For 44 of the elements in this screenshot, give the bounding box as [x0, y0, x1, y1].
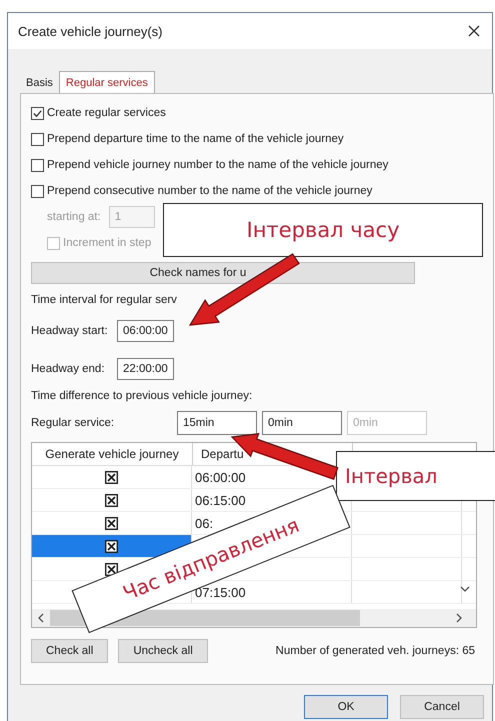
- callout: Інтервал: [336, 451, 495, 501]
- scroll-right-icon[interactable]: [456, 613, 462, 623]
- checkbox-label: Prepend consecutive number to the name of the vehicle journey: [47, 185, 372, 197]
- horizontal-scrollbar[interactable]: [32, 609, 476, 627]
- field-label: Headway start:: [31, 325, 109, 337]
- checkbox[interactable]: [31, 184, 44, 198]
- checkbox[interactable]: [31, 132, 44, 146]
- input-field[interactable]: 22:00:00: [117, 358, 174, 380]
- input-field[interactable]: 0min: [262, 411, 342, 435]
- scroll-down-icon[interactable]: [460, 586, 470, 592]
- input-field[interactable]: 15min: [177, 411, 257, 435]
- section-label: Time difference to previous vehicle journey:: [31, 390, 254, 404]
- table-cell: 07:15:00: [195, 584, 246, 600]
- checkbox[interactable]: [31, 158, 44, 172]
- table-cell: 06:15:00: [195, 492, 246, 508]
- field-label: Headway end:: [31, 363, 106, 375]
- checkbox-label: Increment in step: [63, 237, 152, 249]
- checkbox-label: Create regular services: [47, 107, 166, 119]
- checkbox[interactable]: [105, 540, 118, 552]
- column-header[interactable]: Departu: [201, 447, 244, 461]
- cancel-button[interactable]: Cancel: [400, 695, 484, 719]
- callout: Інтервал часу: [163, 203, 483, 257]
- checkbox[interactable]: [31, 106, 44, 120]
- field-label: Regular service:: [31, 417, 116, 429]
- uncheck-all-button[interactable]: Uncheck all: [118, 639, 208, 663]
- checkbox[interactable]: [105, 470, 118, 484]
- checkbox[interactable]: [105, 516, 118, 530]
- ok-button[interactable]: OK: [304, 695, 388, 719]
- column-header[interactable]: Generate vehicle journey: [45, 447, 179, 461]
- checkbox-label: Prepend vehicle journey number to the name of the vehicle journey: [47, 159, 388, 171]
- check-names-button[interactable]: Check names for u: [31, 262, 415, 284]
- field-label: starting at:: [47, 211, 101, 223]
- section-label: Time interval for regular serv: [31, 294, 178, 308]
- window-title: Create vehicle journey(s): [18, 24, 163, 38]
- input-field[interactable]: 06:00:00: [117, 320, 174, 342]
- journey-count: Number of generated veh. journeys: 65: [276, 645, 475, 657]
- tab[interactable]: Regular services: [58, 71, 155, 93]
- scroll-left-icon[interactable]: [38, 613, 44, 623]
- table-cell: 06:00:00: [195, 470, 246, 484]
- checkbox[interactable]: [105, 494, 118, 506]
- check-all-button[interactable]: Check all: [31, 639, 108, 663]
- checkbox[interactable]: [105, 562, 118, 576]
- close-icon[interactable]: [468, 25, 480, 37]
- checkbox-label: Prepend departure time to the name of the vehicle journey: [47, 133, 344, 145]
